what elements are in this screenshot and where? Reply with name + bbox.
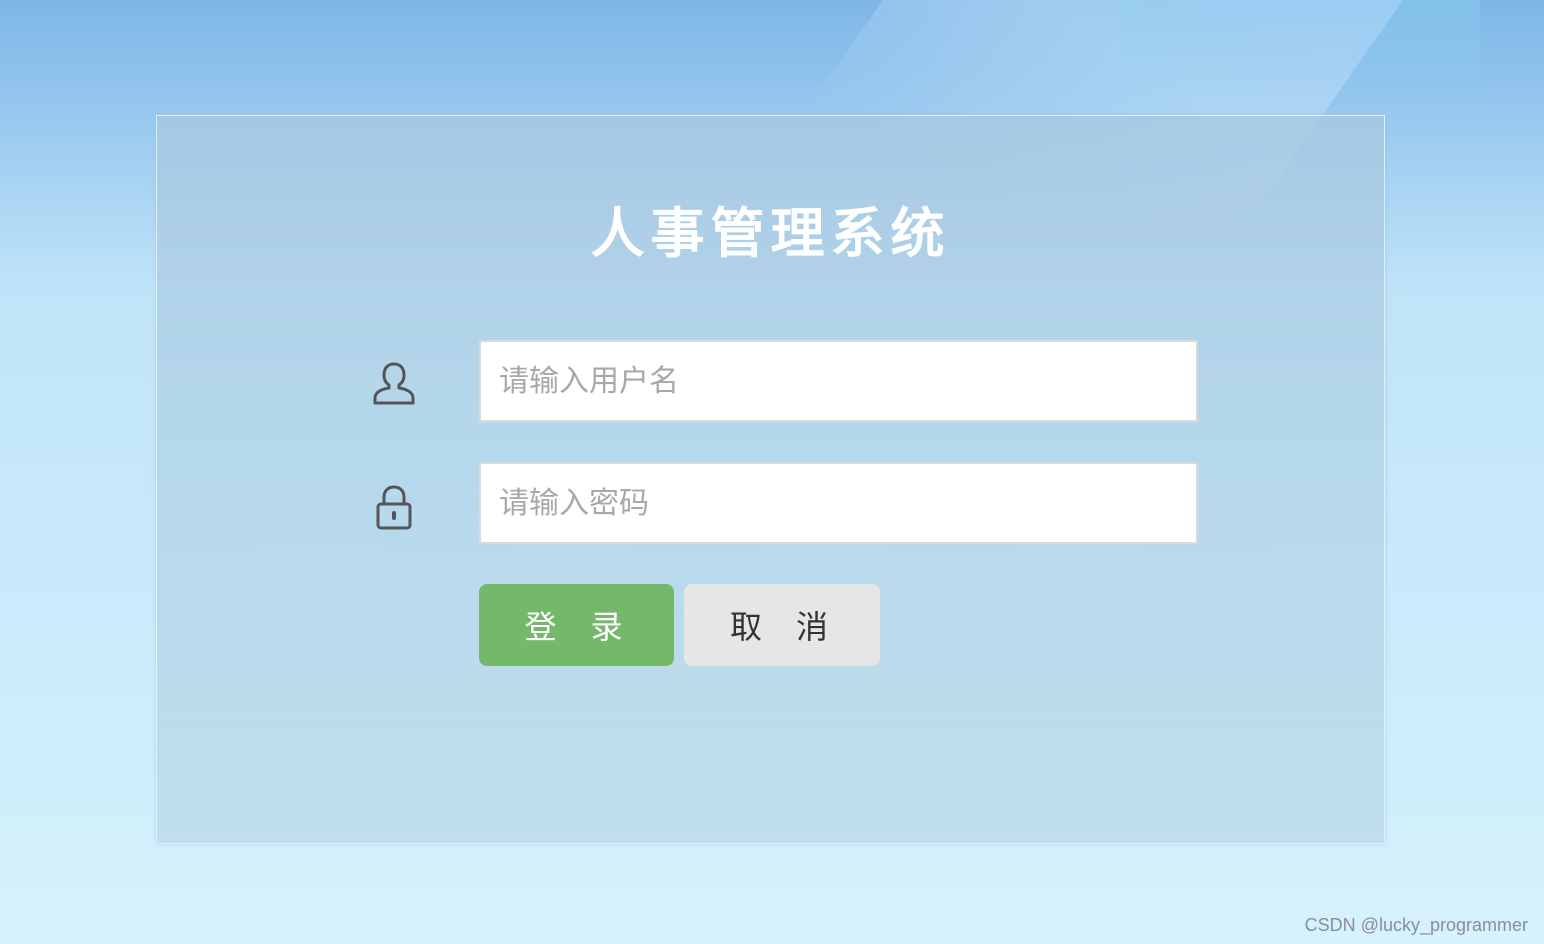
user-icon bbox=[369, 359, 419, 409]
password-input[interactable] bbox=[479, 462, 1198, 544]
cancel-button[interactable]: 取消 bbox=[684, 584, 880, 666]
watermark: CSDN @lucky_programmer bbox=[1304, 915, 1528, 935]
login-button[interactable]: 登录 bbox=[479, 584, 674, 666]
sky-light-glow bbox=[1120, 0, 1480, 120]
login-panel: 人事管理系统 登录 取消 bbox=[156, 115, 1385, 844]
lock-icon bbox=[369, 482, 419, 532]
page-title: 人事管理系统 bbox=[590, 202, 951, 265]
username-input[interactable] bbox=[479, 340, 1198, 422]
